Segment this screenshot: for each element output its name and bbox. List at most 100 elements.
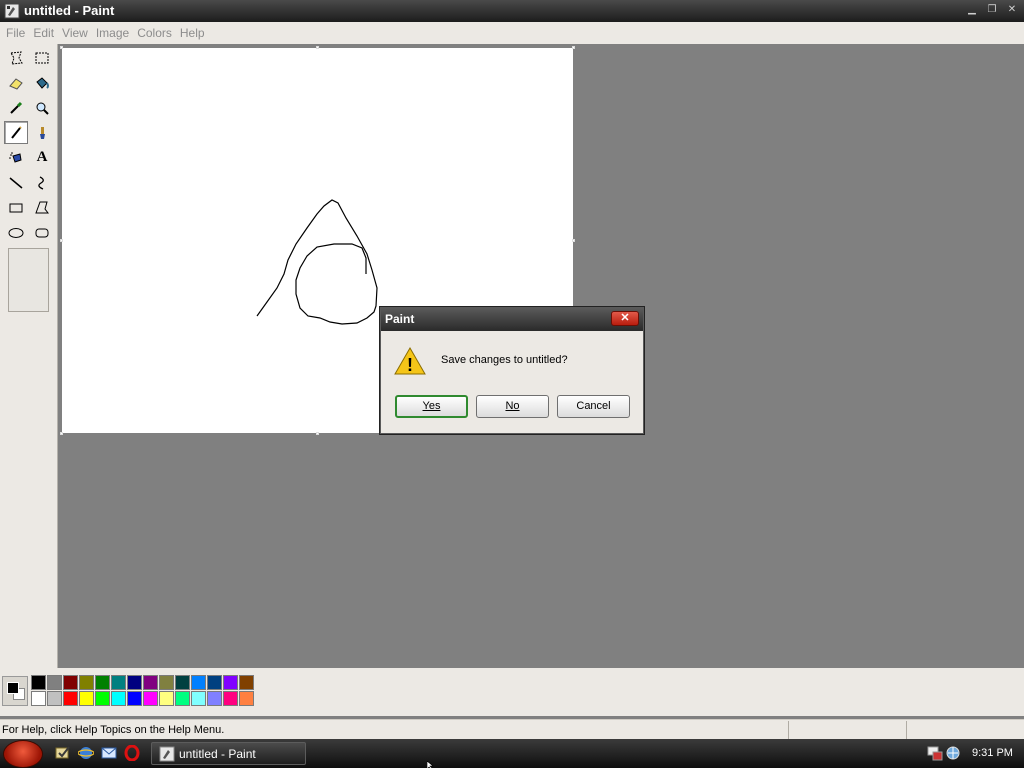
foreground-color-swatch: [7, 682, 19, 694]
start-button[interactable]: [3, 740, 43, 768]
maximize-button[interactable]: ❐: [984, 3, 1000, 17]
paint-task-icon: [159, 746, 175, 762]
outlook-express-icon[interactable]: [101, 745, 117, 761]
menu-colors[interactable]: Colors: [133, 22, 176, 44]
color-swatch[interactable]: [111, 675, 126, 690]
color-swatch[interactable]: [191, 675, 206, 690]
status-help-text: For Help, click Help Topics on the Help …: [2, 724, 225, 736]
window-title: untitled - Paint: [24, 3, 115, 18]
swatch-grid: [31, 675, 255, 707]
resize-handle[interactable]: [572, 46, 575, 49]
dialog-message: Save changes to untitled?: [441, 354, 568, 366]
taskbar-button-label: untitled - Paint: [179, 747, 256, 761]
language-tray-icon[interactable]: [927, 745, 943, 761]
color-swatch[interactable]: [175, 691, 190, 706]
color-swatch[interactable]: [223, 691, 238, 706]
current-colors[interactable]: [2, 676, 28, 706]
airbrush-icon[interactable]: [4, 146, 28, 169]
title-bar[interactable]: untitled - Paint ▁ ❐ ✕: [0, 0, 1024, 22]
rect-select-icon[interactable]: [30, 46, 54, 69]
color-swatch[interactable]: [79, 675, 94, 690]
yes-button-label: Yes: [422, 400, 441, 412]
resize-handle[interactable]: [60, 46, 63, 49]
color-swatch[interactable]: [143, 675, 158, 690]
paint-app-icon: [4, 3, 20, 19]
color-swatch[interactable]: [95, 675, 110, 690]
rounded-rect-icon[interactable]: [30, 221, 54, 244]
brush-icon[interactable]: [30, 121, 54, 144]
pencil-icon[interactable]: [4, 121, 28, 144]
tool-options-panel[interactable]: [8, 248, 49, 312]
color-swatch[interactable]: [47, 675, 62, 690]
resize-handle[interactable]: [316, 46, 319, 49]
resize-handle[interactable]: [60, 432, 63, 435]
close-button[interactable]: ✕: [1004, 3, 1020, 17]
color-swatch[interactable]: [95, 691, 110, 706]
cancel-button[interactable]: Cancel: [557, 395, 630, 418]
no-button-label: No: [505, 400, 520, 412]
color-swatch[interactable]: [31, 675, 46, 690]
color-picker-icon[interactable]: [4, 96, 28, 119]
mouse-cursor-icon: [427, 761, 434, 768]
color-swatch[interactable]: [223, 675, 238, 690]
color-swatch[interactable]: [31, 691, 46, 706]
warning-icon: !: [394, 346, 426, 375]
text-tool-glyph: A: [36, 149, 48, 165]
color-swatch[interactable]: [159, 691, 174, 706]
taskbar-button-paint[interactable]: untitled - Paint: [151, 742, 306, 765]
color-swatch[interactable]: [79, 691, 94, 706]
color-swatch[interactable]: [127, 691, 142, 706]
menu-edit[interactable]: Edit: [29, 22, 58, 44]
menu-image[interactable]: Image: [92, 22, 133, 44]
menu-help[interactable]: Help: [176, 22, 209, 44]
taskbar-clock[interactable]: 9:31 PM: [972, 747, 1013, 759]
dialog-title: Paint: [385, 312, 415, 326]
resize-handle[interactable]: [60, 239, 63, 242]
color-swatch[interactable]: [175, 675, 190, 690]
minimize-button[interactable]: ▁: [964, 3, 980, 17]
rectangle-icon[interactable]: [4, 196, 28, 219]
color-swatch[interactable]: [191, 691, 206, 706]
opera-icon[interactable]: [124, 745, 140, 761]
line-icon[interactable]: [4, 171, 28, 194]
toolbox: A: [0, 44, 58, 668]
color-swatch[interactable]: [47, 691, 62, 706]
menu-view[interactable]: View: [58, 22, 92, 44]
color-swatch[interactable]: [63, 691, 78, 706]
status-pane-position: [788, 721, 906, 739]
color-swatch[interactable]: [143, 691, 158, 706]
curve-icon[interactable]: [30, 171, 54, 194]
internet-explorer-icon[interactable]: [78, 745, 94, 761]
color-swatch[interactable]: [239, 675, 254, 690]
resize-handle[interactable]: [572, 239, 575, 242]
dialog-close-button[interactable]: ✕: [611, 311, 639, 326]
save-changes-dialog: Paint ✕ ! Save changes to untitled? Yes …: [380, 307, 644, 434]
color-swatch[interactable]: [159, 675, 174, 690]
color-swatch[interactable]: [111, 691, 126, 706]
menu-bar: File Edit View Image Colors Help: [0, 22, 1024, 44]
color-swatch[interactable]: [239, 691, 254, 706]
resize-handle[interactable]: [316, 432, 319, 435]
fill-bucket-icon[interactable]: [30, 71, 54, 94]
no-button[interactable]: No: [476, 395, 549, 418]
eraser-icon[interactable]: [4, 71, 28, 94]
menu-file[interactable]: File: [2, 22, 29, 44]
cancel-button-label: Cancel: [576, 400, 611, 412]
status-bar: For Help, click Help Topics on the Help …: [0, 719, 1024, 739]
polygon-icon[interactable]: [30, 196, 54, 219]
ellipse-icon[interactable]: [4, 221, 28, 244]
color-swatch[interactable]: [63, 675, 78, 690]
color-palette: [0, 668, 1024, 716]
network-tray-icon[interactable]: [945, 745, 961, 761]
yes-button[interactable]: Yes: [395, 395, 468, 418]
magnifier-icon[interactable]: [30, 96, 54, 119]
color-swatch[interactable]: [127, 675, 142, 690]
color-swatch[interactable]: [207, 691, 222, 706]
text-icon[interactable]: A: [30, 146, 54, 169]
show-desktop-icon[interactable]: [55, 745, 71, 761]
warning-glyph: !: [407, 355, 413, 375]
color-swatch[interactable]: [207, 675, 222, 690]
dialog-title-bar[interactable]: Paint ✕: [381, 308, 643, 331]
free-form-select-icon[interactable]: [4, 46, 28, 69]
taskbar: untitled - Paint 9:31 PM: [0, 739, 1024, 768]
